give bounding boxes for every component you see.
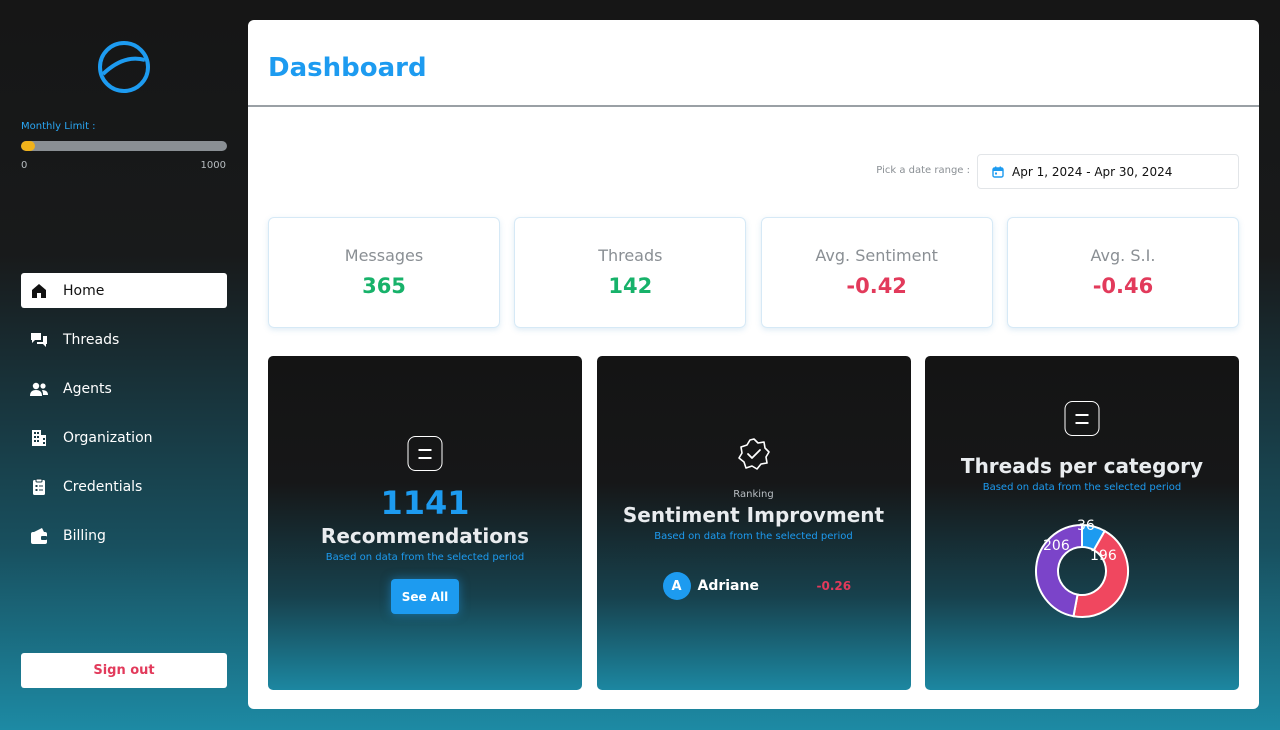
sidebar-item-label: Threads [63,331,120,348]
list-icon [1064,401,1100,436]
threads-category-subtitle: Based on data from the selected period [982,482,1182,493]
stat-value: 142 [608,274,653,298]
page-title: Dashboard [268,53,427,83]
sentiment-tile: Ranking Sentiment Improvment Based on da… [596,356,911,690]
sign-out-button[interactable]: Sign out [21,653,227,688]
sidebar-item-billing[interactable]: Billing [21,518,227,553]
recommendations-tile: 1141 Recommendations Based on data from … [268,356,582,690]
sidebar-item-agents[interactable]: Agents [21,371,227,406]
home-icon [30,282,48,300]
stat-label: Avg. Sentiment [815,246,938,265]
recommendations-count: 1141 [380,484,470,522]
verified-badge-icon [737,438,770,470]
stat-card-avg-si: Avg. S.I. -0.46 [1006,217,1239,328]
donut-label-206: 206 [1043,538,1070,554]
sidebar-item-label: Agents [63,380,112,397]
sentiment-title: Sentiment Improvment [622,503,885,527]
donut-label-196: 196 [1090,548,1117,564]
sidebar-item-label: Home [63,282,105,299]
stat-value: -0.42 [846,274,907,298]
stats-row: Messages 365 Threads 142 Avg. Sentiment … [268,217,1239,328]
date-range-picker[interactable]: Apr 1, 2024 - Apr 30, 2024 [977,154,1239,189]
stat-card-avg-sentiment: Avg. Sentiment -0.42 [760,217,993,328]
sidebar-item-credentials[interactable]: Credentials [21,469,227,504]
stat-label: Avg. S.I. [1090,246,1156,265]
sidebar-item-label: Credentials [63,478,143,495]
stat-value: 365 [362,274,406,298]
ranking-row[interactable]: A Adriane -0.26 [662,572,863,600]
threads-category-tile: Threads per category Based on data from … [925,356,1239,690]
date-range-label: Pick a date range : [876,165,970,176]
main-panel: Dashboard Pick a date range : Apr 1, 202… [248,20,1259,709]
avatar: A [662,572,691,600]
date-range-value: Apr 1, 2024 - Apr 30, 2024 [1012,164,1173,179]
sidebar-item-threads[interactable]: Threads [21,322,227,357]
logo-icon [98,41,150,93]
stat-card-messages: Messages 365 [268,217,500,328]
chat-icon [30,331,48,349]
limit-max: 1000 [200,160,226,171]
recommendations-subtitle: Based on data from the selected period [325,552,525,563]
stat-label: Threads [598,246,663,265]
ranking-label: Ranking [733,489,774,500]
monthly-limit-label: Monthly Limit : [21,121,96,132]
sidebar-item-organization[interactable]: Organization [21,420,227,455]
stat-card-threads: Threads 142 [514,217,747,328]
agent-value: -0.26 [816,579,852,593]
stat-label: Messages [344,246,424,265]
clipboard-icon [30,478,48,496]
wallet-icon [30,527,48,545]
see-all-button[interactable]: See All [391,579,459,614]
sidebar-item-label: Billing [63,527,106,544]
sentiment-subtitle: Based on data from the selected period [654,531,853,542]
stat-value: -0.46 [1092,274,1154,298]
monthly-limit-bar [21,141,227,151]
donut-label-36: 36 [1077,518,1095,534]
sidebar: Monthly Limit : 0 1000 Home Threads Agen… [0,0,248,730]
users-icon [30,380,48,398]
threads-category-title: Threads per category [960,454,1204,478]
page-header: Dashboard [248,20,1259,107]
recommendations-title: Recommendations [320,524,530,548]
agent-name: Adriane [697,578,759,594]
building-icon [30,429,48,447]
sidebar-nav: Home Threads Agents Organization Credent… [21,273,227,567]
monthly-limit-fill [21,141,36,151]
sidebar-item-home[interactable]: Home [21,273,227,308]
sidebar-item-label: Organization [63,429,153,446]
limit-min: 0 [21,160,28,171]
tiles-row: 1141 Recommendations Based on data from … [268,356,1239,690]
calendar-icon [992,166,1004,178]
list-icon [407,436,443,471]
